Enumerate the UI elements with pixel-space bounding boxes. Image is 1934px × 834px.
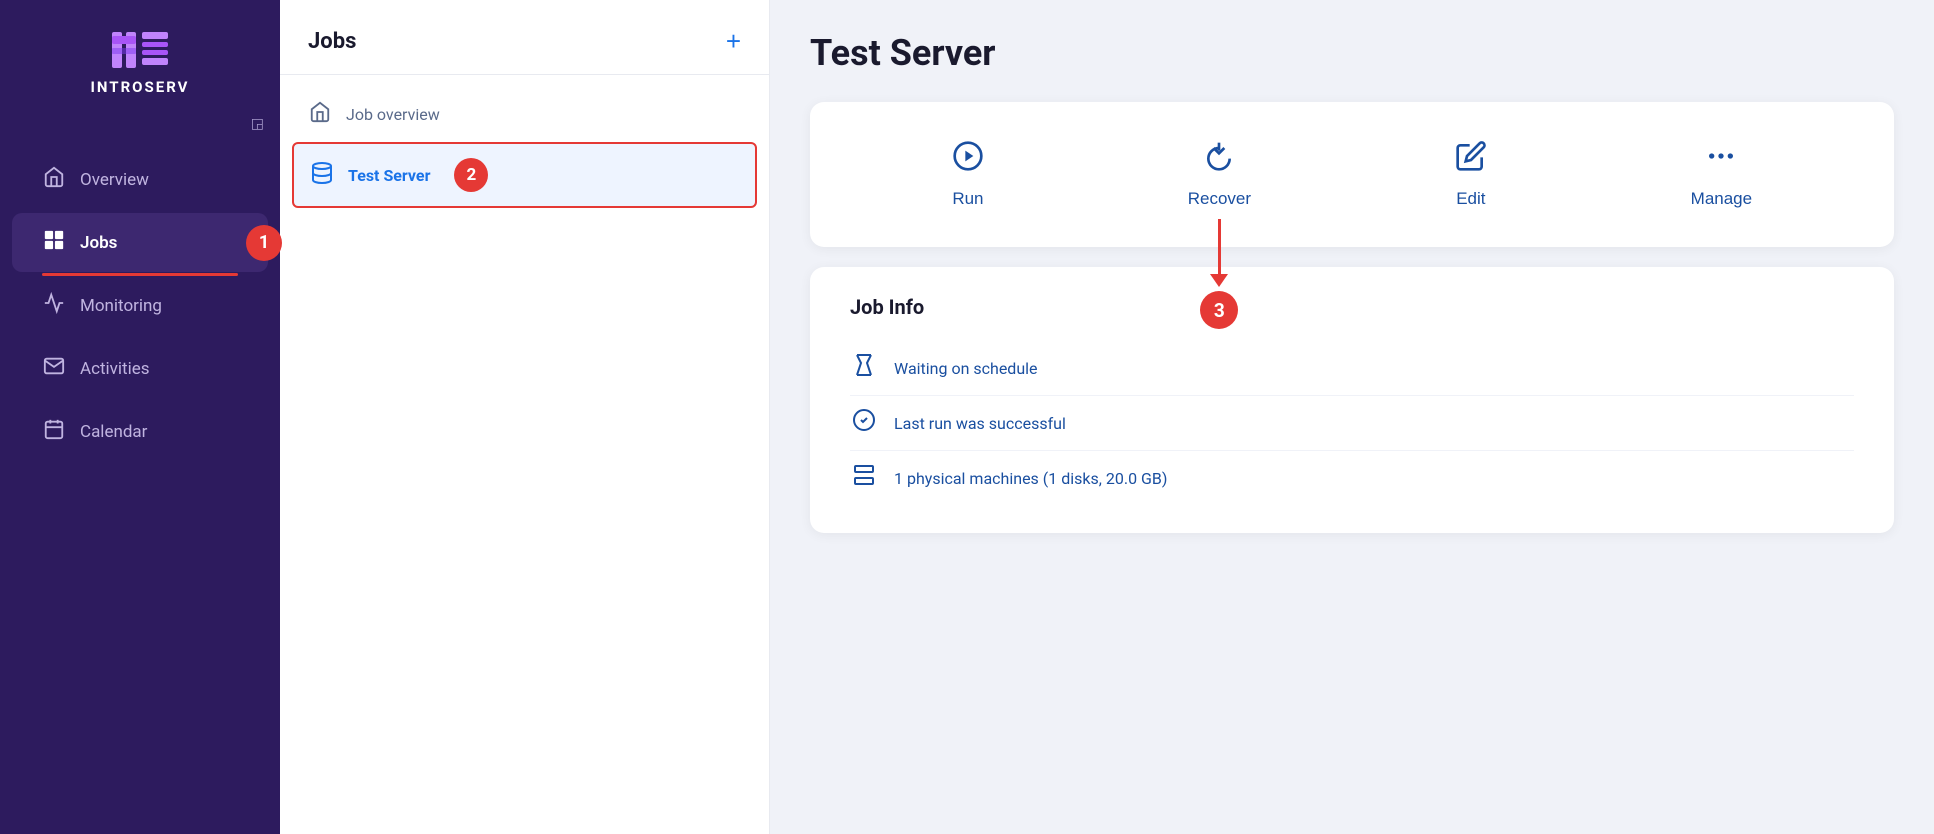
job-item-label: Job overview — [346, 105, 440, 124]
jobs-panel-title: Jobs — [308, 29, 356, 54]
manage-button[interactable]: Manage — [1667, 130, 1776, 219]
manage-label: Manage — [1691, 189, 1752, 209]
job-overview-icon — [308, 101, 332, 128]
hourglass-icon — [850, 353, 878, 383]
info-row-machines-text: 1 physical machines (1 disks, 20.0 GB) — [894, 469, 1167, 488]
jobs-header: Jobs + — [280, 0, 769, 75]
job-item-overview[interactable]: Job overview — [280, 87, 769, 142]
jobs-list: Job overview Test Server 2 — [280, 75, 769, 834]
jobs-panel: Jobs + Job overview Test Server — [280, 0, 770, 834]
job-item-label: Test Server — [348, 166, 430, 185]
more-icon — [1705, 140, 1737, 179]
main-content: Test Server Run — [770, 0, 1934, 834]
jobs-icon — [42, 229, 66, 256]
collapse-button[interactable]: ◲ — [251, 116, 264, 132]
badge-1: 1 — [246, 225, 282, 261]
edit-label: Edit — [1456, 189, 1485, 209]
sidebar-item-calendar[interactable]: Calendar — [12, 402, 268, 461]
home-icon — [42, 166, 66, 193]
sidebar-nav: Overview Jobs 1 Monitoring — [0, 140, 280, 834]
run-icon — [952, 140, 984, 179]
page-title: Test Server — [810, 32, 1894, 74]
sidebar-item-overview[interactable]: Overview — [12, 150, 268, 209]
sidebar-item-activities[interactable]: Activities — [12, 339, 268, 398]
arrow-line — [1218, 219, 1221, 274]
sidebar-item-label: Calendar — [80, 422, 147, 442]
run-button[interactable]: Run — [928, 130, 1008, 219]
job-item-test-server[interactable]: Test Server 2 — [292, 142, 757, 208]
calendar-icon — [42, 418, 66, 445]
sidebar-logo: INTROSERV — [0, 0, 280, 116]
activities-icon — [42, 355, 66, 382]
add-job-button[interactable]: + — [726, 28, 741, 54]
sidebar-item-label: Overview — [80, 170, 149, 190]
info-row-schedule-text: Waiting on schedule — [894, 359, 1038, 378]
info-row-machines: 1 physical machines (1 disks, 20.0 GB) — [850, 451, 1854, 505]
info-row-last-run-text: Last run was successful — [894, 414, 1066, 433]
job-info-title: Job Info — [850, 295, 1854, 319]
logo-text: INTROSERV — [91, 78, 190, 96]
job-server-icon — [310, 161, 334, 190]
job-info-card: Job Info Waiting on schedule Last run wa… — [810, 267, 1894, 533]
sidebar-item-label: Activities — [80, 359, 150, 379]
recover-button[interactable]: Recover — [1164, 130, 1275, 219]
server-icon — [850, 463, 878, 493]
sidebar-item-monitoring[interactable]: Monitoring — [12, 276, 268, 335]
edit-button[interactable]: Edit — [1431, 130, 1511, 219]
check-circle-icon — [850, 408, 878, 438]
sidebar: INTROSERV ◲ Overview J — [0, 0, 280, 834]
edit-icon — [1455, 140, 1487, 179]
info-row-last-run: Last run was successful — [850, 396, 1854, 451]
action-card: Run Recover 3 — [810, 102, 1894, 247]
sidebar-item-label: Jobs — [80, 233, 117, 253]
info-row-schedule: Waiting on schedule — [850, 341, 1854, 396]
logo-icon — [110, 28, 170, 72]
recover-container: Recover 3 — [1164, 130, 1275, 219]
sidebar-item-label: Monitoring — [80, 296, 162, 316]
run-label: Run — [952, 189, 983, 209]
badge-2: 2 — [454, 158, 488, 192]
sidebar-item-jobs[interactable]: Jobs 1 — [12, 213, 268, 272]
recover-label: Recover — [1188, 189, 1251, 209]
monitoring-icon — [42, 292, 66, 319]
recover-icon — [1203, 140, 1235, 179]
